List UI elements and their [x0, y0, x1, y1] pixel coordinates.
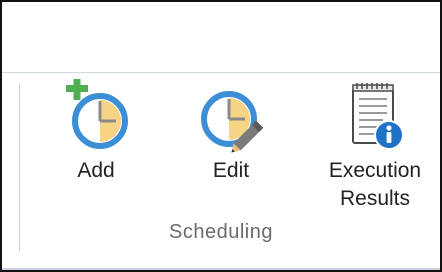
scheduling-group: Add Edit Execution Results Scheduling	[2, 73, 440, 270]
edit-button[interactable]: Edit	[187, 79, 275, 185]
edit-schedule-icon	[201, 91, 264, 153]
execution-results-button[interactable]: Execution Results	[310, 79, 440, 213]
execution-results-label-line2: Results	[339, 187, 411, 210]
ribbon-bottom-border	[2, 268, 440, 270]
execution-results-icon	[352, 83, 404, 150]
add-schedule-icon	[66, 79, 128, 149]
add-button[interactable]: Add	[52, 79, 140, 185]
add-button-label: Add	[77, 159, 115, 182]
group-label: Scheduling	[169, 221, 273, 243]
execution-results-label-line1: Execution	[328, 159, 422, 182]
edit-button-label: Edit	[212, 159, 250, 182]
ribbon-frame: Add Edit Execution Results Scheduling	[0, 0, 442, 272]
